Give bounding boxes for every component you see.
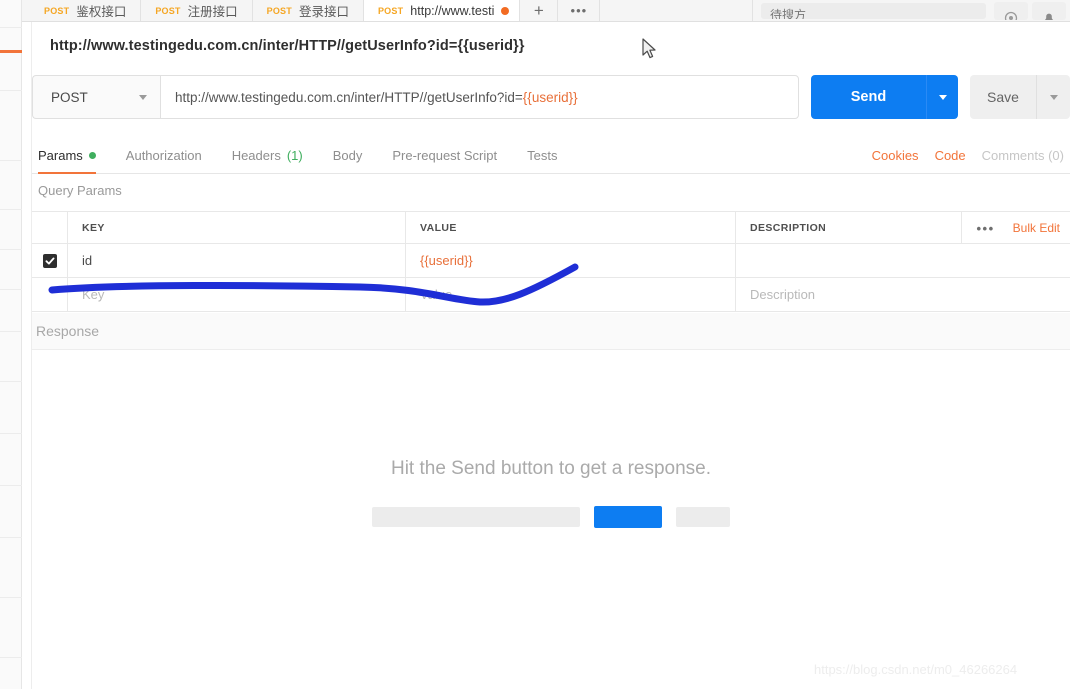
tab-method-label: POST [266,5,292,16]
response-empty-message: Hit the Send button to get a response. [390,458,712,479]
tab-authorization-label: Authorization [125,148,202,163]
value-placeholder: Value [420,287,453,302]
graphic-bar-left [372,507,580,527]
chevron-down-icon [139,94,147,100]
request-title-row: http://www.testingedu.com.cn/inter/HTTP/… [32,22,1070,70]
tab-pre-request-script[interactable]: Pre-request Script [377,138,512,173]
table-row: id {{userid}} [32,244,1070,278]
row-value-value: {{userid}} [420,253,473,268]
query-params-label: Query Params [38,183,122,198]
tab-tests-label: Tests [527,148,558,163]
row-enabled-checkbox[interactable] [42,253,57,268]
row-checkbox-cell [32,244,68,277]
tab-title: 登录接口 [298,5,349,19]
tab-headers[interactable]: Headers (1) [217,138,318,173]
check-icon [45,257,54,264]
tab-pre-request-script-label: Pre-request Script [392,148,498,163]
mouse-cursor-icon [642,38,656,59]
description-placeholder: Description [750,287,816,302]
key-placeholder: Key [82,287,105,302]
row-key-value: id [82,253,93,268]
empty-row-checkbox-cell [32,278,68,311]
send-button[interactable]: Send [811,75,926,119]
tab-authorization[interactable]: Authorization [111,138,217,173]
http-method-select[interactable]: POST [32,75,160,119]
save-button[interactable]: Save [970,75,1036,119]
table-header-row: KEY VALUE DESCRIPTION ••• Bulk Edit [32,212,1070,244]
tab-title: 鉴权接口 [76,5,127,19]
graphic-bar-right [676,507,730,527]
url-text: http://www.testingedu.com.cn/inter/HTTP/… [175,89,523,105]
url-variable: {{userid}} [522,89,578,105]
code-link[interactable]: Code [935,148,966,163]
row-value-cell[interactable]: {{userid}} [406,244,736,277]
table-row-empty: Key Value Description [32,278,1070,312]
empty-row-key-cell[interactable]: Key [68,278,406,311]
tab-headers-label: Headers [231,148,281,163]
response-header: Response [32,313,1070,350]
tab-body[interactable]: Body [318,138,378,173]
postman-window: POST 鉴权接口 POST 注册接口 POST 登录接口 POST http:… [0,0,1070,689]
table-options-button[interactable]: ••• [976,221,998,236]
request-tab-3[interactable]: POST 登录接口 [252,0,364,21]
header-cell-description: DESCRIPTION ••• Bulk Edit [736,212,1070,244]
sidebar-strip [0,0,22,689]
header-cell-value: VALUE [406,212,736,243]
sidebar-gutter [22,0,32,689]
tab-method-label: POST [44,5,70,16]
tab-title: http://www.testi [410,3,495,18]
tab-tests[interactable]: Tests [512,138,572,173]
params-present-icon [88,152,96,159]
header-description-label: DESCRIPTION [750,221,827,234]
notifications-button[interactable] [1032,2,1066,20]
header-cell-checkbox [32,212,68,243]
empty-row-description-cell[interactable]: Description [736,278,1070,311]
cookies-link[interactable]: Cookies [872,148,919,163]
new-tab-button[interactable]: + [520,0,559,21]
response-title: Response [36,323,100,339]
request-tab-1[interactable]: POST 鉴权接口 [22,0,142,21]
http-method-value: POST [51,89,88,105]
graphic-bar-send [594,506,662,528]
chevron-down-icon [938,94,947,100]
url-bar: POST http://www.testingedu.com.cn/inter/… [32,74,1070,120]
request-section-tabs: Params Authorization Headers (1) Body Pr… [32,138,1070,174]
tab-params[interactable]: Params [32,138,111,174]
request-tab-2[interactable]: POST 注册接口 [141,0,253,21]
row-key-cell[interactable]: id [68,244,406,277]
response-empty-graphic [372,506,730,528]
save-options-button[interactable] [1036,75,1070,119]
tab-title: 注册接口 [187,5,238,19]
cloud-icon [1004,11,1018,20]
comments-link[interactable]: Comments (0) [982,148,1064,163]
empty-row-value-cell[interactable]: Value [406,278,736,311]
tab-params-label: Params [38,148,83,163]
sync-status-button[interactable] [994,2,1028,20]
row-description-cell[interactable] [736,244,1070,277]
table-header-actions: ••• Bulk Edit [961,212,1070,244]
section-links: Cookies Code Comments (0) [872,138,1064,173]
tab-headers-count: (1) [286,148,303,163]
search-box-text: 待搜方 [770,8,807,19]
tab-options-button[interactable]: ••• [558,0,601,21]
bell-icon [1045,13,1053,20]
chevron-down-icon [1049,94,1058,100]
request-tab-4-active[interactable]: POST http://www.testi [363,0,521,21]
request-tab-bar: POST 鉴权接口 POST 注册接口 POST 登录接口 POST http:… [22,0,1070,22]
send-options-button[interactable] [926,75,958,119]
query-params-table: KEY VALUE DESCRIPTION ••• Bulk Edit id {… [32,211,1070,312]
request-title[interactable]: http://www.testingedu.com.cn/inter/HTTP/… [32,38,525,54]
tab-bar-filler [600,0,753,21]
watermark: https://blog.csdn.net/m0_46266264 [814,662,1018,677]
tab-method-label: POST [155,5,181,16]
bulk-edit-button[interactable]: Bulk Edit [1013,221,1070,235]
tab-method-label: POST [377,5,404,16]
url-input[interactable]: http://www.testingedu.com.cn/inter/HTTP/… [160,75,799,119]
unsaved-indicator-icon [501,6,510,15]
response-body: Hit the Send button to get a response. [32,350,1070,689]
search-box[interactable]: 待搜方 [761,3,986,19]
tab-body-label: Body [332,148,363,163]
header-cell-key: KEY [68,212,406,243]
